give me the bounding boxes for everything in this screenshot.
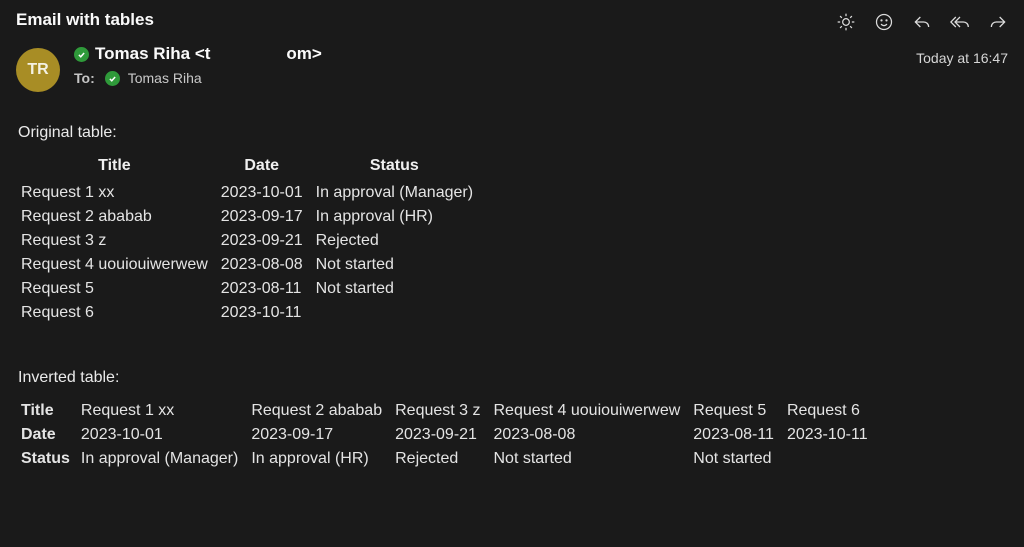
brightness-icon[interactable]	[836, 12, 856, 32]
col-title: Title	[18, 154, 218, 181]
inverted-cell	[784, 447, 878, 471]
verified-icon	[105, 71, 120, 86]
table-row: Request 3 z2023-09-21Rejected	[18, 229, 483, 253]
original-table-label: Original table:	[18, 124, 1006, 142]
inverted-row-title: TitleRequest 1 xxRequest 2 abababRequest…	[18, 399, 878, 423]
cell-title: Request 3 z	[18, 229, 218, 253]
cell-status: Rejected	[313, 229, 483, 253]
to-name: Tomas Riha	[128, 70, 202, 86]
cell-title: Request 6	[18, 301, 218, 325]
inverted-cell: 2023-09-21	[392, 423, 490, 447]
cell-date: 2023-09-17	[218, 205, 313, 229]
reply-all-icon[interactable]	[950, 12, 970, 32]
table-row: Request 4 uouiouiwerwew2023-08-08Not sta…	[18, 253, 483, 277]
from-name: Tomas Riha <t	[95, 44, 210, 64]
inverted-cell: Not started	[690, 447, 784, 471]
inverted-cell: In approval (Manager)	[78, 447, 248, 471]
cell-date: 2023-10-01	[218, 181, 313, 205]
table-row: Request 2 ababab2023-09-17In approval (H…	[18, 205, 483, 229]
email-header: TR Tomas Riha <t om> To: Tomas Riha Toda…	[0, 36, 1024, 98]
inverted-table: TitleRequest 1 xxRequest 2 abababRequest…	[18, 399, 878, 471]
inverted-row-date: Date2023-10-012023-09-172023-09-212023-0…	[18, 423, 878, 447]
inverted-cell: Request 6	[784, 399, 878, 423]
cell-status: Not started	[313, 253, 483, 277]
cell-date: 2023-08-08	[218, 253, 313, 277]
inverted-row-head: Status	[18, 447, 78, 471]
cell-status: In approval (HR)	[313, 205, 483, 229]
from-name-tail: om>	[286, 44, 321, 64]
inverted-table-label: Inverted table:	[18, 369, 1006, 387]
original-table: Title Date Status Request 1 xx2023-10-01…	[18, 154, 483, 325]
inverted-cell: In approval (HR)	[248, 447, 392, 471]
cell-date: 2023-09-21	[218, 229, 313, 253]
email-body: Original table: Title Date Status Reques…	[0, 98, 1024, 489]
from-line: Tomas Riha <t om>	[74, 44, 902, 64]
inverted-cell: 2023-08-11	[690, 423, 784, 447]
to-line: To: Tomas Riha	[74, 70, 902, 86]
email-toolbar: Email with tables	[0, 0, 1024, 36]
inverted-cell: Request 4 uouiouiwerwew	[491, 399, 691, 423]
from-block: Tomas Riha <t om> To: Tomas Riha	[74, 44, 902, 86]
inverted-row-head: Date	[18, 423, 78, 447]
sender-avatar: TR	[16, 48, 60, 92]
cell-date: 2023-08-11	[218, 277, 313, 301]
inverted-cell: 2023-09-17	[248, 423, 392, 447]
col-status: Status	[313, 154, 483, 181]
inverted-cell: Not started	[491, 447, 691, 471]
cell-title: Request 1 xx	[18, 181, 218, 205]
cell-status: In approval (Manager)	[313, 181, 483, 205]
inverted-row-status: StatusIn approval (Manager)In approval (…	[18, 447, 878, 471]
table-header-row: Title Date Status	[18, 154, 483, 181]
inverted-cell: Rejected	[392, 447, 490, 471]
cell-title: Request 4 uouiouiwerwew	[18, 253, 218, 277]
table-row: Request 1 xx2023-10-01In approval (Manag…	[18, 181, 483, 205]
col-date: Date	[218, 154, 313, 181]
inverted-cell: Request 1 xx	[78, 399, 248, 423]
cell-title: Request 5	[18, 277, 218, 301]
inverted-cell: 2023-10-01	[78, 423, 248, 447]
cell-status	[313, 301, 483, 325]
cell-status: Not started	[313, 277, 483, 301]
inverted-cell: Request 3 z	[392, 399, 490, 423]
to-label: To:	[74, 70, 95, 86]
cell-title: Request 2 ababab	[18, 205, 218, 229]
inverted-cell: 2023-10-11	[784, 423, 878, 447]
inverted-cell: Request 2 ababab	[248, 399, 392, 423]
toolbar-icon-group	[836, 12, 1008, 32]
cell-date: 2023-10-11	[218, 301, 313, 325]
emoji-icon[interactable]	[874, 12, 894, 32]
inverted-cell: Request 5	[690, 399, 784, 423]
forward-icon[interactable]	[988, 12, 1008, 32]
inverted-row-head: Title	[18, 399, 78, 423]
table-row: Request 62023-10-11	[18, 301, 483, 325]
table-row: Request 52023-08-11Not started	[18, 277, 483, 301]
reply-icon[interactable]	[912, 12, 932, 32]
email-subject: Email with tables	[16, 10, 154, 30]
inverted-cell: 2023-08-08	[491, 423, 691, 447]
email-timestamp: Today at 16:47	[916, 50, 1008, 66]
verified-icon	[74, 47, 89, 62]
